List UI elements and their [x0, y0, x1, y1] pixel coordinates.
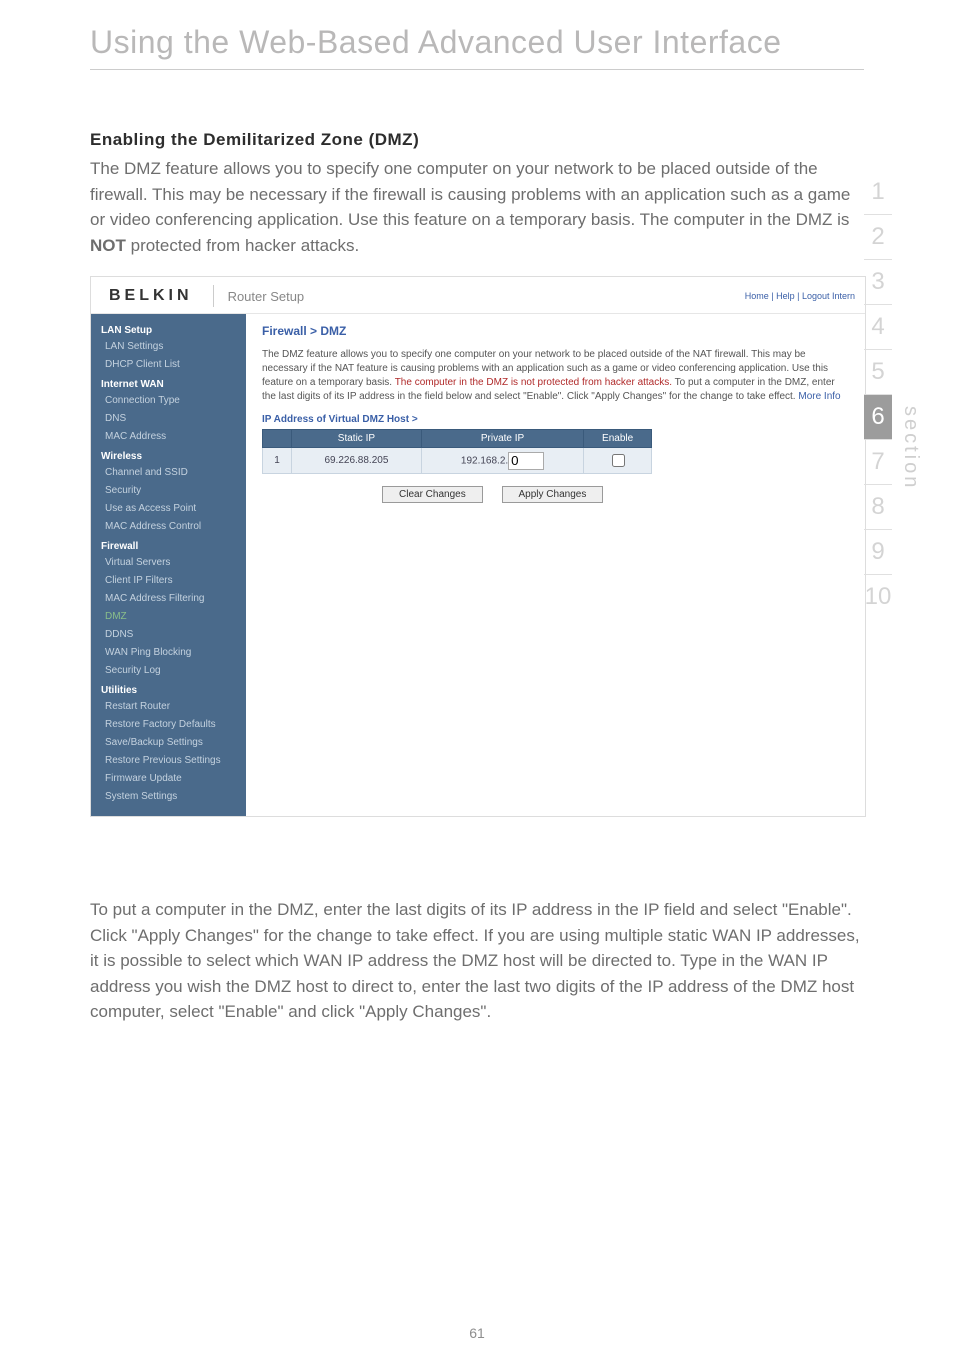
nav-restore-previous-settings[interactable]: Restore Previous Settings	[91, 752, 246, 770]
row-enable	[584, 448, 652, 474]
router-admin-panel: BELKIN Router Setup Home | Help | Logout…	[90, 276, 866, 817]
row-static-ip: 69.226.88.205	[292, 448, 422, 474]
apply-changes-button[interactable]: Apply Changes	[502, 486, 604, 503]
dmz-table-row: 1 69.226.88.205 192.168.2.	[263, 448, 652, 474]
row-index: 1	[263, 448, 292, 474]
col-static-ip: Static IP	[292, 430, 422, 448]
section-tab-10[interactable]: 10	[864, 575, 892, 619]
nav-dmz[interactable]: DMZ	[91, 608, 246, 626]
dmz-title: Enabling the Demilitarized Zone (DMZ)	[90, 130, 864, 150]
button-row: Clear Changes Apply Changes	[382, 486, 849, 503]
section-tab-6[interactable]: 6	[864, 395, 892, 440]
router-header: BELKIN Router Setup Home | Help | Logout…	[91, 277, 865, 314]
nav-mac-address-filtering[interactable]: MAC Address Filtering	[91, 590, 246, 608]
top-links[interactable]: Home | Help | Logout Intern	[745, 291, 855, 301]
nav-group-wireless: Wireless	[91, 446, 246, 464]
nav-wireless-security[interactable]: Security	[91, 482, 246, 500]
nav-security-log[interactable]: Security Log	[91, 662, 246, 680]
nav-restart-router[interactable]: Restart Router	[91, 698, 246, 716]
nav-restore-factory-defaults[interactable]: Restore Factory Defaults	[91, 716, 246, 734]
ip-host-label: IP Address of Virtual DMZ Host >	[262, 414, 849, 425]
enable-checkbox[interactable]	[612, 454, 625, 467]
dmz-desc-warn: The computer in the DMZ is not protected…	[395, 377, 672, 388]
more-info-link[interactable]: More Info	[798, 391, 840, 402]
dmz-intro: The DMZ feature allows you to specify on…	[90, 156, 864, 258]
dmz-description: The DMZ feature allows you to specify on…	[262, 348, 849, 404]
router-title: Router Setup	[228, 289, 305, 304]
col-enable: Enable	[584, 430, 652, 448]
section-tab-7[interactable]: 7	[864, 440, 892, 485]
nav-dhcp-client-list[interactable]: DHCP Client List	[91, 356, 246, 374]
brand-logo: BELKIN	[109, 287, 193, 305]
section-tab-9[interactable]: 9	[864, 530, 892, 575]
nav-ddns[interactable]: DDNS	[91, 626, 246, 644]
section-tab-1[interactable]: 1	[864, 170, 892, 215]
section-tab-4[interactable]: 4	[864, 305, 892, 350]
router-content: Firewall > DMZ The DMZ feature allows yo…	[246, 314, 865, 816]
section-tabs-label: section	[899, 406, 922, 490]
section-tab-8[interactable]: 8	[864, 485, 892, 530]
section-tab-3[interactable]: 3	[864, 260, 892, 305]
dmz-intro-post: protected from hacker attacks.	[126, 236, 359, 255]
section-tab-2[interactable]: 2	[864, 215, 892, 260]
nav-mac-address[interactable]: MAC Address	[91, 428, 246, 446]
page-number: 61	[0, 1325, 954, 1341]
private-ip-prefix: 192.168.2.	[461, 455, 508, 466]
section-tabs: 1 2 3 4 5 6 7 8 9 10	[864, 170, 892, 619]
dmz-table-header-row: Static IP Private IP Enable	[263, 430, 652, 448]
nav-group-internet-wan: Internet WAN	[91, 374, 246, 392]
dmz-intro-pre: The DMZ feature allows you to specify on…	[90, 159, 850, 229]
clear-changes-button[interactable]: Clear Changes	[382, 486, 483, 503]
private-ip-input[interactable]	[508, 452, 544, 470]
nav-channel-ssid[interactable]: Channel and SSID	[91, 464, 246, 482]
breadcrumb: Firewall > DMZ	[262, 324, 849, 338]
heading-rule	[90, 69, 864, 70]
nav-save-backup-settings[interactable]: Save/Backup Settings	[91, 734, 246, 752]
nav-system-settings[interactable]: System Settings	[91, 788, 246, 806]
dmz-outro: To put a computer in the DMZ, enter the …	[90, 897, 864, 1025]
section-tab-5[interactable]: 5	[864, 350, 892, 395]
row-private-ip: 192.168.2.	[421, 448, 583, 474]
brand-separator	[213, 285, 214, 307]
nav-group-firewall: Firewall	[91, 536, 246, 554]
nav-virtual-servers[interactable]: Virtual Servers	[91, 554, 246, 572]
nav-firmware-update[interactable]: Firmware Update	[91, 770, 246, 788]
nav-group-utilities: Utilities	[91, 680, 246, 698]
col-index	[263, 430, 292, 448]
nav-use-as-ap[interactable]: Use as Access Point	[91, 500, 246, 518]
nav-dns[interactable]: DNS	[91, 410, 246, 428]
nav-client-ip-filters[interactable]: Client IP Filters	[91, 572, 246, 590]
dmz-table: Static IP Private IP Enable 1 69.226.88.…	[262, 429, 652, 474]
col-private-ip: Private IP	[421, 430, 583, 448]
dmz-not: NOT	[90, 236, 126, 255]
nav-group-lan: LAN Setup	[91, 320, 246, 338]
sidebar-nav: LAN Setup LAN Settings DHCP Client List …	[91, 314, 246, 816]
nav-wan-ping-blocking[interactable]: WAN Ping Blocking	[91, 644, 246, 662]
nav-lan-settings[interactable]: LAN Settings	[91, 338, 246, 356]
nav-connection-type[interactable]: Connection Type	[91, 392, 246, 410]
nav-mac-address-control[interactable]: MAC Address Control	[91, 518, 246, 536]
page-title: Using the Web-Based Advanced User Interf…	[90, 24, 864, 61]
